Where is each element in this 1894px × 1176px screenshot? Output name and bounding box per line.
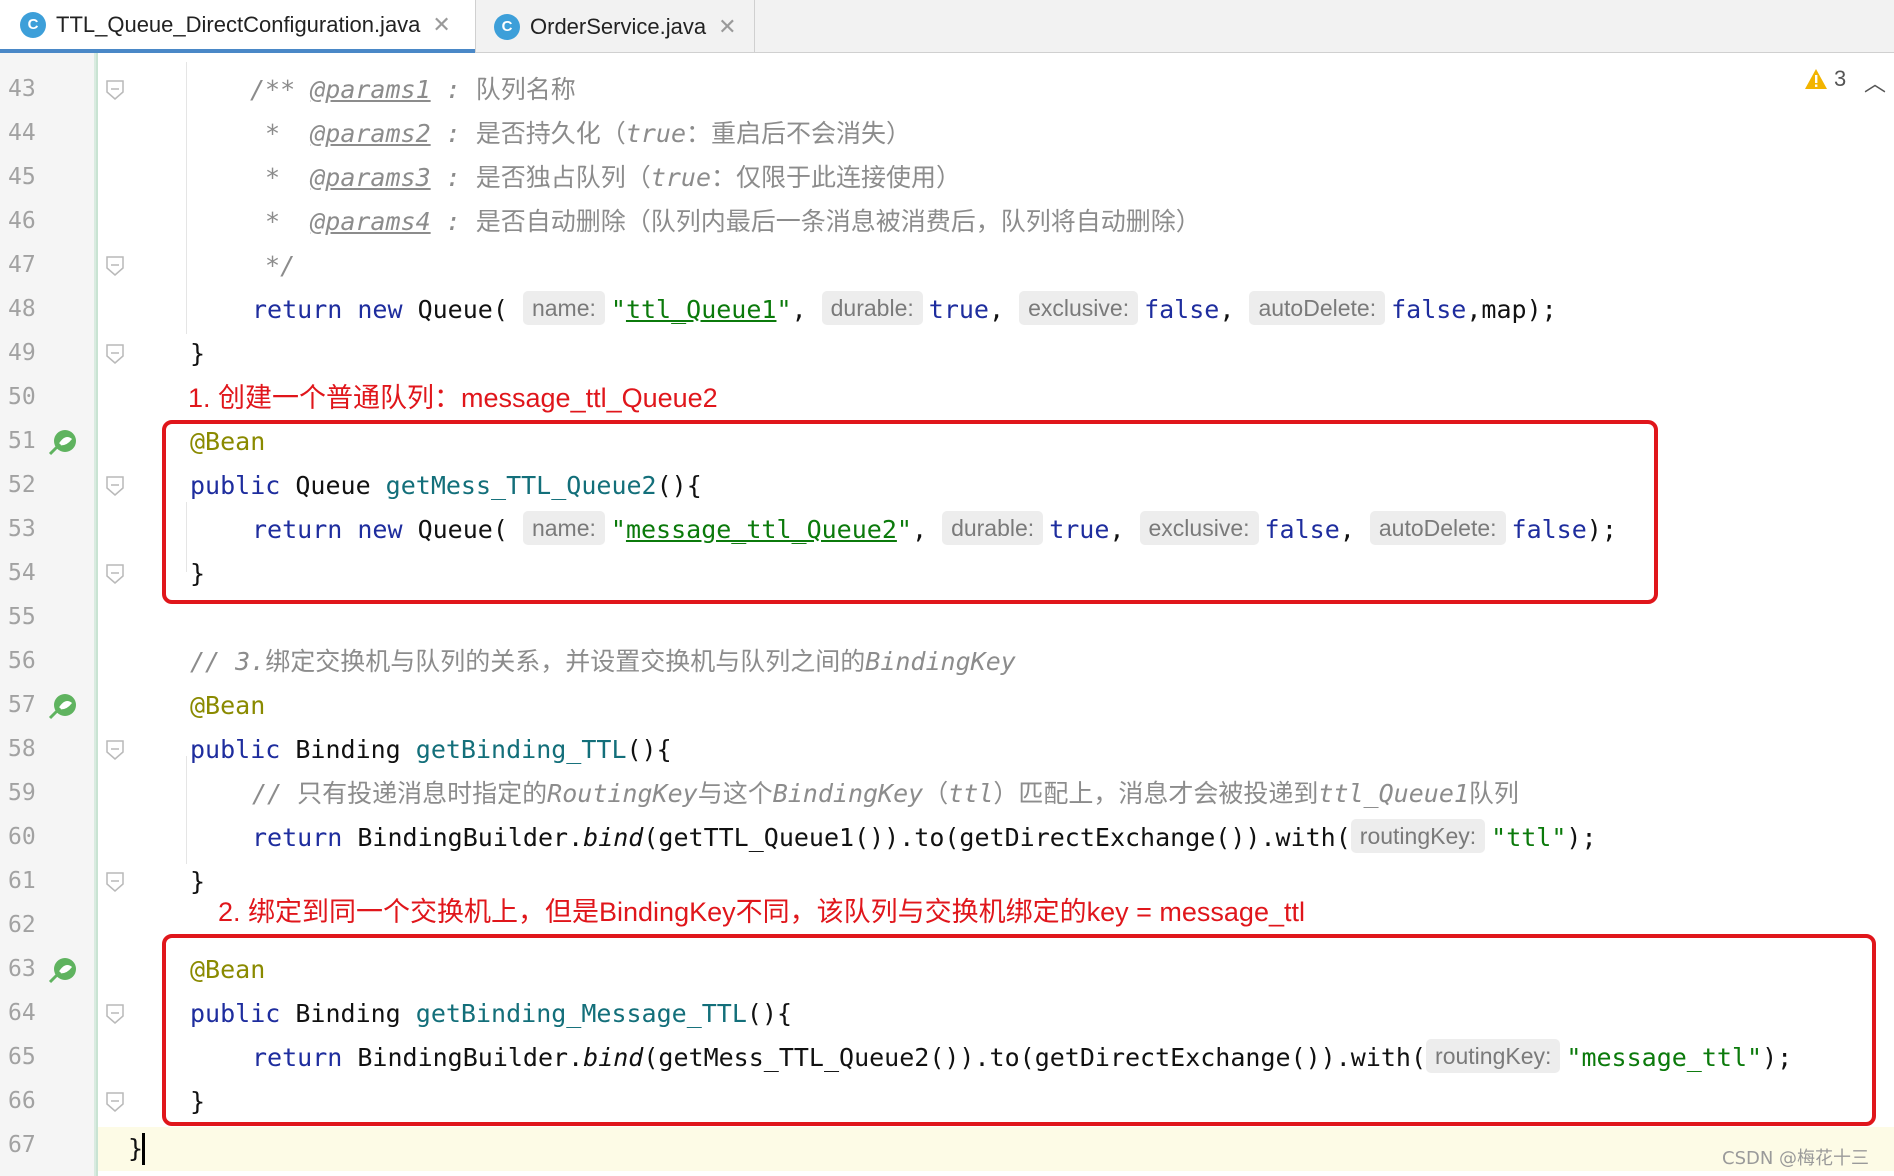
line-number: 66	[8, 1088, 36, 1114]
line-number: 48	[8, 296, 36, 322]
param-hint: routingKey:	[1350, 819, 1486, 853]
line-number: 45	[8, 164, 36, 190]
code-line-58: public Binding getBinding_TTL(){	[190, 735, 672, 764]
code-line-61: }	[190, 867, 206, 896]
text-caret	[142, 1133, 145, 1165]
fold-marker-icon[interactable]	[106, 564, 124, 584]
line-number: 55	[8, 604, 36, 630]
java-class-icon: C	[20, 11, 46, 38]
code-line-67: }	[128, 1134, 144, 1163]
fold-marker-icon[interactable]	[106, 80, 124, 100]
spring-bean-icon[interactable]	[48, 427, 78, 457]
line-number: 57	[8, 692, 36, 718]
param-hint: durable:	[821, 291, 923, 325]
param-hint: name:	[522, 291, 605, 325]
line-number: 63	[8, 956, 36, 982]
line-number: 44	[8, 120, 36, 146]
indent-guide	[186, 756, 187, 864]
line-number: 56	[8, 648, 36, 674]
fold-marker-icon[interactable]	[106, 872, 124, 892]
code-line-60: return BindingBuilder.bind(getTTL_Queue1…	[252, 816, 1597, 860]
code-line-49: }	[190, 339, 206, 368]
line-number: 58	[8, 736, 36, 762]
fold-marker-icon[interactable]	[106, 344, 124, 364]
tab-label: OrderService.java	[530, 13, 707, 39]
fold-marker-icon[interactable]	[106, 476, 124, 496]
line-number: 46	[8, 208, 36, 234]
code-line-48: return new Queue( name: "ttl_Queue1", dur…	[252, 288, 1557, 332]
param-hint: exclusive:	[1019, 291, 1139, 325]
chevron-up-icon[interactable]: ︿	[1864, 66, 1886, 98]
warning-count: 3	[1834, 66, 1847, 91]
warning-icon	[1805, 69, 1827, 89]
watermark: CSDN @梅花十三	[1722, 1148, 1870, 1169]
fold-marker-icon[interactable]	[106, 256, 124, 276]
code-line-43: /** @params1 : 队列名称	[250, 75, 576, 104]
code-line-45: * @params3 : 是否独占队列（true：仅限于此连接使用）	[250, 163, 962, 192]
line-number: 62	[8, 912, 36, 938]
gutter-border	[96, 53, 98, 1176]
line-number: 65	[8, 1044, 36, 1070]
annotation-note-1: 1. 创建一个普通队列：message_ttl_Queue2	[188, 383, 718, 413]
fold-marker-icon[interactable]	[106, 1092, 124, 1112]
code-line-46: * @params4 : 是否自动删除（队列内最后一条消息被消费后，队列将自动删…	[250, 207, 1201, 236]
code-line-56: // 3.绑定交换机与队列的关系，并设置交换机与队列之间的BindingKey	[190, 647, 1016, 676]
code-line-57: @Bean	[190, 691, 266, 720]
tab-label: TTL_Queue_DirectConfiguration.java	[56, 11, 421, 37]
line-number: 67	[8, 1132, 36, 1158]
code-line-59: // 只有投递消息时指定的RoutingKey与这个BindingKey（ttl…	[252, 779, 1519, 808]
indent-guide	[186, 62, 187, 334]
tab-divider	[754, 0, 755, 53]
line-number: 47	[8, 252, 36, 278]
tab-ttl-queue-direct-configuration[interactable]: C TTL_Queue_DirectConfiguration.java ✕	[0, 0, 475, 53]
line-number: 49	[8, 340, 36, 366]
fold-marker-icon[interactable]	[106, 1004, 124, 1024]
line-number: 61	[8, 868, 36, 894]
current-line-highlight	[0, 1127, 1894, 1171]
line-number: 51	[8, 428, 36, 454]
code-line-44: * @params2 : 是否持久化（true：重启后不会消失）	[250, 119, 912, 148]
line-number: 43	[8, 76, 36, 102]
annotation-box-1	[162, 420, 1658, 604]
line-number: 60	[8, 824, 36, 850]
spring-bean-icon[interactable]	[48, 955, 78, 985]
param-hint: autoDelete:	[1249, 291, 1386, 325]
annotation-box-2	[162, 934, 1876, 1126]
line-number: 53	[8, 516, 36, 542]
spring-bean-icon[interactable]	[48, 691, 78, 721]
line-number: 50	[8, 384, 36, 410]
line-number: 64	[8, 1000, 36, 1026]
editor-tab-bar: C TTL_Queue_DirectConfiguration.java ✕ C…	[0, 0, 1894, 53]
line-number: 54	[8, 560, 36, 586]
inspection-widget[interactable]: 3	[1804, 66, 1846, 92]
close-icon[interactable]: ✕	[718, 14, 736, 40]
annotation-note-2: 2. 绑定到同一个交换机上，但是BindingKey不同，该队列与交换机绑定的k…	[218, 897, 1305, 927]
close-icon[interactable]: ✕	[432, 12, 450, 38]
line-number: 59	[8, 780, 36, 806]
java-class-icon: C	[494, 13, 520, 40]
fold-marker-icon[interactable]	[106, 740, 124, 760]
code-line-47: */	[250, 251, 296, 280]
line-number: 52	[8, 472, 36, 498]
tab-order-service[interactable]: C OrderService.java ✕	[476, 0, 754, 53]
